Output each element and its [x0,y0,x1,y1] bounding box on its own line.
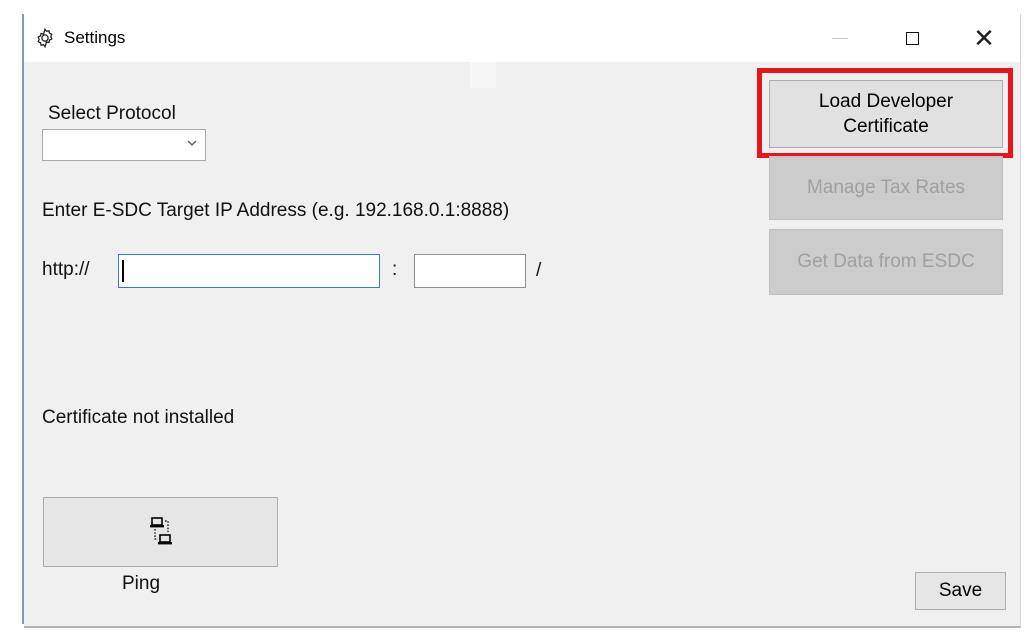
save-label: Save [938,580,983,601]
network-computers-icon [149,517,172,545]
window-title: Settings [64,28,126,47]
text-caret [122,260,124,282]
close-icon: ✕ [973,23,995,53]
close-button[interactable]: ✕ [964,20,1004,56]
ip-address-label: Enter E-SDC Target IP Address (e.g. 192.… [42,200,510,221]
colon-separator: : [392,259,398,280]
maximize-icon [905,31,919,45]
protocol-select[interactable] [42,129,206,161]
protocol-label: Select Protocol [48,103,176,124]
certificate-status: Certificate not installed [42,407,235,428]
ping-button[interactable] [43,497,278,567]
ping-label: Ping [122,573,161,594]
settings-window: Settings ✕ Select Protocol Enter E-SDC T… [24,14,1021,628]
screenshot: Settings ✕ Select Protocol Enter E-SDC T… [0,0,1029,638]
minimize-icon [832,37,848,39]
manage-tax-rates-button[interactable]: Manage Tax Rates [769,156,1003,220]
gear-icon [37,27,53,49]
get-data-from-esdc-button[interactable]: Get Data from ESDC [769,229,1003,295]
scheme-label: http:// [42,259,90,280]
port-input[interactable] [414,254,526,288]
load-certificate-label: Load Developer Certificate [818,91,954,137]
tab-stub [470,62,496,88]
save-button[interactable]: Save [915,572,1006,610]
minimize-button[interactable] [820,20,860,56]
get-data-label: Get Data from ESDC [797,251,975,272]
host-input[interactable] [118,254,380,288]
load-developer-certificate-button[interactable]: Load Developer Certificate [769,80,1003,148]
manage-tax-rates-label: Manage Tax Rates [806,177,966,198]
maximize-button[interactable] [892,20,932,56]
chevron-down-icon [187,140,197,146]
slash-separator: / [536,260,542,281]
title-bar[interactable]: Settings ✕ [24,14,1020,62]
